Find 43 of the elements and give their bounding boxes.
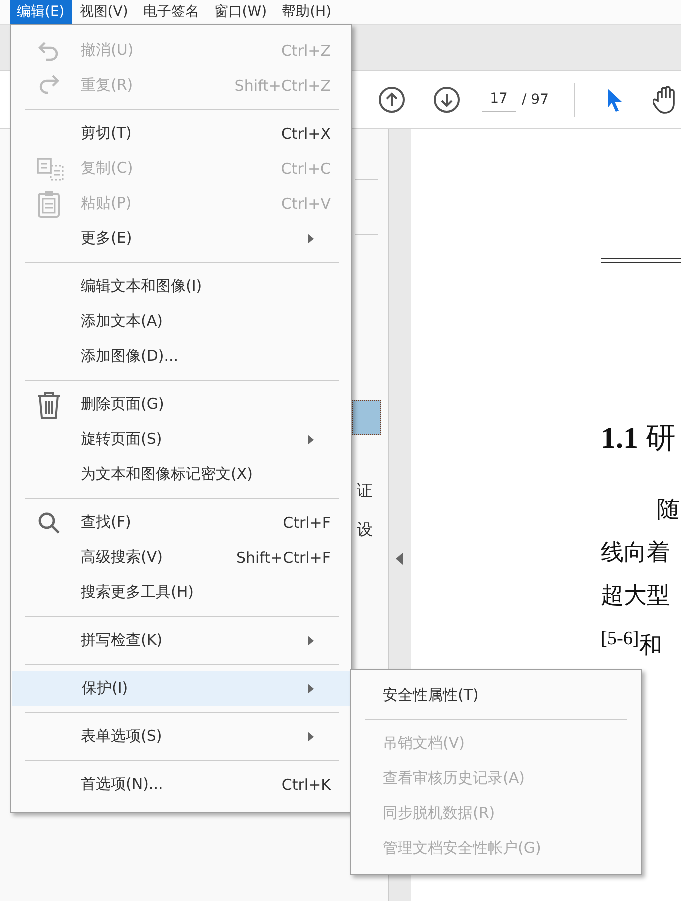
copy-icon xyxy=(37,156,65,180)
section-heading: 1.1 研 xyxy=(601,421,677,457)
menu-item[interactable]: 添加图像(D)... xyxy=(11,339,351,374)
menu-item[interactable]: 添加文本(A) xyxy=(11,304,351,339)
menu-item[interactable]: 查找(F) Ctrl+F xyxy=(11,505,351,540)
menu-item[interactable]: 拼写检查(K) xyxy=(11,623,351,658)
menu-item[interactable]: 首选项(N)... Ctrl+K xyxy=(11,767,351,802)
previous-page-icon[interactable] xyxy=(378,86,406,114)
menu-item[interactable]: 高级搜索(V) Shift+Ctrl+F xyxy=(11,540,351,575)
menu-item[interactable]: 保护(I) xyxy=(12,671,351,706)
menu-item[interactable]: 为文本和图像标记密文(X) xyxy=(11,457,351,492)
next-page-icon[interactable] xyxy=(433,86,461,114)
menu-item[interactable]: 更多(E) xyxy=(11,221,351,256)
menu-bar-item[interactable]: 编辑(E) xyxy=(10,0,72,24)
trash-icon xyxy=(37,390,61,418)
menu-item[interactable]: 编辑文本和图像(I) xyxy=(11,269,351,304)
selected-thumbnail[interactable] xyxy=(352,400,381,435)
page-total: / 97 xyxy=(522,92,549,108)
search-icon xyxy=(37,510,61,534)
panel-text: 设 xyxy=(357,520,373,541)
submenu-arrow-icon xyxy=(308,435,314,445)
page-number-field[interactable]: 17 xyxy=(482,87,516,112)
menu-bar-item[interactable]: 电子签名 xyxy=(136,0,206,24)
submenu-arrow-icon xyxy=(308,234,314,244)
submenu-arrow-icon xyxy=(308,636,314,646)
menu-bar-item[interactable]: 帮助(H) xyxy=(275,0,339,24)
menu-item[interactable]: 搜索更多工具(H) xyxy=(11,575,351,610)
body-text: 线向着 xyxy=(601,539,671,567)
menu-item[interactable]: 剪切(T) Ctrl+X xyxy=(11,116,351,151)
menu-bar-item[interactable]: 视图(V) xyxy=(72,0,136,24)
menu-bar-item[interactable]: 窗口(W) xyxy=(207,0,274,24)
menu-item[interactable]: 旋转页面(S) xyxy=(11,422,351,457)
menu-item[interactable]: 表单选项(S) xyxy=(11,719,351,754)
body-text: 超大型 xyxy=(601,582,671,610)
body-text: 随 xyxy=(656,496,681,524)
panel-text: 证 xyxy=(357,481,373,502)
body-text: $^{[5-6]}$和 xyxy=(601,627,664,660)
submenu-arrow-icon xyxy=(308,732,314,742)
clipboard-icon xyxy=(37,190,61,218)
menu-item[interactable]: 删除页面(G) xyxy=(11,387,351,422)
submenu-arrow-icon xyxy=(308,684,314,694)
menu-item[interactable]: 安全性属性(T) xyxy=(351,678,641,713)
collapse-panel-icon[interactable] xyxy=(396,553,404,565)
